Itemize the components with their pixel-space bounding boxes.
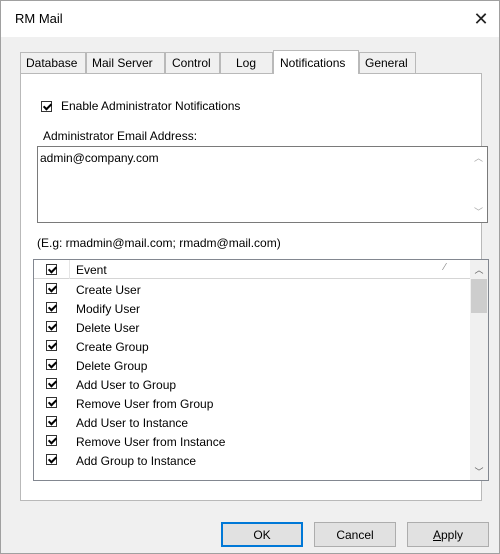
events-list[interactable]: Event ⁄ Create User Modify User Delete U… (33, 259, 489, 481)
event-checkbox[interactable] (46, 454, 57, 465)
event-label: Add User to Group (76, 378, 177, 392)
list-item[interactable]: Create Group (34, 337, 471, 356)
list-item[interactable]: Delete User (34, 318, 471, 337)
list-item[interactable]: Add User to Instance (34, 413, 471, 432)
tab-mail-server[interactable]: Mail Server (86, 52, 165, 73)
tab-label: Mail Server (92, 56, 153, 70)
events-list-header: Event ⁄ (34, 260, 471, 279)
list-item[interactable]: Remove User from Instance (34, 432, 471, 451)
tab-label: Notifications (280, 56, 346, 70)
enable-notifications-checkbox[interactable]: Enable Administrator Notifications (41, 99, 240, 113)
event-label: Delete User (76, 321, 140, 335)
ok-button[interactable]: OK (221, 522, 303, 547)
event-label: Remove User from Instance (76, 435, 226, 449)
apply-label-rest: pply (441, 527, 464, 542)
list-item[interactable]: Add Group to Instance (34, 451, 471, 470)
event-column-header[interactable]: Event (76, 263, 107, 277)
window-title: RM Mail (15, 11, 63, 26)
chevron-down-icon[interactable]: ﹀ (470, 462, 488, 480)
events-scrollbar[interactable]: ︿ ﹀ (470, 260, 488, 480)
tab-label: Log (236, 56, 257, 70)
tab-control[interactable]: Control (165, 52, 220, 73)
tab-label: Database (26, 56, 78, 70)
email-label: Administrator Email Address: (43, 129, 198, 143)
event-checkbox[interactable] (46, 435, 57, 446)
event-label: Create User (76, 283, 141, 297)
chevron-up-icon[interactable]: ︿ (470, 260, 488, 278)
email-textarea[interactable]: admin@company.com ︿ ﹀ (37, 146, 488, 223)
close-icon[interactable]: ✕ (463, 1, 499, 37)
event-label: Remove User from Group (76, 397, 214, 411)
cancel-button[interactable]: Cancel (314, 522, 396, 547)
event-label: Add Group to Instance (76, 454, 197, 468)
chevron-down-icon[interactable]: ﹀ (470, 203, 487, 220)
event-label: Add User to Instance (76, 416, 189, 430)
tab-database[interactable]: Database (20, 52, 86, 73)
event-checkbox[interactable] (46, 283, 57, 294)
event-checkbox[interactable] (46, 340, 57, 351)
tab-label: General (365, 56, 408, 70)
event-checkbox[interactable] (46, 302, 57, 313)
notifications-panel: Enable Administrator Notifications Admin… (20, 73, 489, 501)
title-bar: RM Mail ✕ (1, 1, 499, 37)
events-rows: Create User Modify User Delete User Crea… (34, 280, 471, 470)
select-all-cell[interactable] (34, 260, 70, 279)
list-item[interactable]: Create User (34, 280, 471, 299)
enable-checkbox-box[interactable] (41, 100, 52, 112)
event-label: Delete Group (76, 359, 148, 373)
tab-label: Control (172, 56, 211, 70)
dialog-window: RM Mail ✕ Database Mail Server Control L… (0, 0, 500, 554)
list-item[interactable]: Delete Group (34, 356, 471, 375)
email-example-text: (E.g: rmadmin@mail.com; rmadm@mail.com) (37, 236, 281, 250)
apply-mnemonic: A (432, 527, 441, 542)
event-checkbox[interactable] (46, 416, 57, 427)
scrollbar-thumb[interactable] (471, 279, 487, 313)
event-checkbox[interactable] (46, 397, 57, 408)
enable-notifications-label: Enable Administrator Notifications (61, 99, 241, 113)
tab-notifications[interactable]: Notifications (273, 50, 359, 74)
list-item[interactable]: Remove User from Group (34, 394, 471, 413)
event-checkbox[interactable] (46, 378, 57, 389)
event-label: Modify User (76, 302, 141, 316)
email-scrollbar[interactable]: ︿ ﹀ (470, 147, 487, 222)
event-checkbox[interactable] (46, 321, 57, 332)
event-label: Create Group (76, 340, 149, 354)
list-item[interactable]: Add User to Group (34, 375, 471, 394)
email-value: admin@company.com (40, 151, 159, 165)
tab-general[interactable]: General (359, 52, 416, 73)
sort-icon: ⁄ (444, 262, 446, 273)
event-checkbox[interactable] (46, 359, 57, 370)
select-all-checkbox[interactable] (46, 264, 57, 275)
tab-log[interactable]: Log (220, 52, 273, 73)
apply-button[interactable]: Apply (407, 522, 489, 547)
list-item[interactable]: Modify User (34, 299, 471, 318)
chevron-up-icon[interactable]: ︿ (470, 149, 487, 166)
